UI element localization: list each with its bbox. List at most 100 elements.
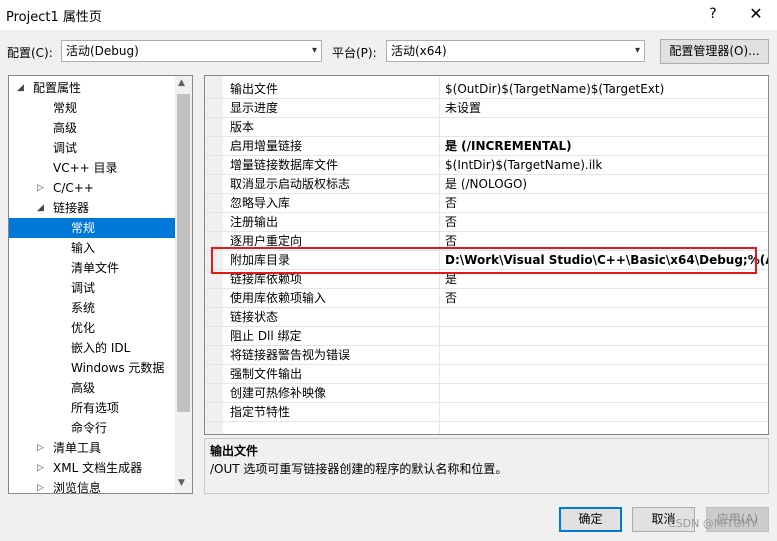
property-row[interactable]: 忽略导入库 否 xyxy=(205,194,768,213)
tree-item[interactable]: 高级 xyxy=(9,118,175,138)
property-name: 链接状态 xyxy=(230,310,279,324)
property-name: 注册输出 xyxy=(230,215,279,229)
property-row[interactable]: 增量链接数据库文件 $(IntDir)$(TargetName).ilk xyxy=(205,156,768,175)
tree-item[interactable]: ▷ 清单工具 xyxy=(9,438,175,458)
title-bar xyxy=(0,0,777,30)
tree-item[interactable]: Windows 元数据 xyxy=(9,358,175,378)
description-text: /OUT 选项可重写链接器创建的程序的默认名称和位置。 xyxy=(210,462,508,476)
chevron-down-icon: ▾ xyxy=(634,45,640,56)
tree-item[interactable]: 命令行 xyxy=(9,418,175,438)
tree-item[interactable]: 调试 xyxy=(9,278,175,298)
tree-item-label: 输入 xyxy=(71,241,96,255)
tree-item-label: 系统 xyxy=(71,301,96,315)
config-dropdown[interactable]: 活动(Debug) ▾ xyxy=(61,40,322,62)
tree-item-label: XML 文档生成器 xyxy=(53,461,143,475)
property-name: 启用增量链接 xyxy=(230,139,303,153)
property-name: 创建可热修补映像 xyxy=(230,386,327,400)
tree-item[interactable]: ▷ C/C++ xyxy=(9,178,175,198)
property-name: 使用库依赖项输入 xyxy=(230,291,327,305)
expand-arrow-icon[interactable]: ▷ xyxy=(37,178,44,198)
tree-item[interactable]: 常规 xyxy=(9,218,175,238)
tree-item[interactable]: 优化 xyxy=(9,318,175,338)
tree-item-label: 配置属性 xyxy=(33,81,82,95)
property-row[interactable]: 版本 xyxy=(205,118,768,137)
tree-item[interactable]: 输入 xyxy=(9,238,175,258)
property-row[interactable]: 启用增量链接 是 (/INCREMENTAL) xyxy=(205,137,768,156)
tree-item-label: 嵌入的 IDL xyxy=(71,341,131,355)
tree-item-label: 命令行 xyxy=(71,421,108,435)
config-dropdown-value: 活动(Debug) xyxy=(66,44,139,58)
expand-arrow-icon[interactable]: ▷ xyxy=(37,458,44,478)
tree-item[interactable]: 清单文件 xyxy=(9,258,175,278)
category-tree[interactable]: ◢ 配置属性 常规 高级 调试 VC++ 目录 ▷ C/C++ ◢ 链接器 常规 输入 清单文件 调试 系统… xyxy=(8,75,193,494)
property-name: 指定节特性 xyxy=(230,405,291,419)
tree-item[interactable]: 嵌入的 IDL xyxy=(9,338,175,358)
property-row[interactable]: 强制文件输出 xyxy=(205,365,768,384)
chevron-down-icon: ▾ xyxy=(311,45,317,56)
collapse-arrow-icon[interactable]: ◢ xyxy=(37,198,44,218)
property-row[interactable]: 显示进度 未设置 xyxy=(205,99,768,118)
property-name: 忽略导入库 xyxy=(230,196,291,210)
tree-item-label: 高级 xyxy=(71,381,96,395)
property-row[interactable]: 使用库依赖项输入 否 xyxy=(205,289,768,308)
tree-item[interactable]: ◢ 链接器 xyxy=(9,198,175,218)
property-value[interactable]: $(IntDir)$(TargetName).ilk xyxy=(445,156,602,174)
tree-scrollbar-thumb[interactable] xyxy=(177,94,190,412)
property-value[interactable]: 否 xyxy=(445,213,457,231)
property-name: 输出文件 xyxy=(230,82,279,96)
tree-item-label: 优化 xyxy=(71,321,96,335)
tree-item-label: 链接器 xyxy=(53,201,90,215)
tree-item[interactable]: 调试 xyxy=(9,138,175,158)
tree-item-label: VC++ 目录 xyxy=(53,161,118,175)
platform-dropdown-value: 活动(x64) xyxy=(391,44,447,58)
highlight-box xyxy=(211,247,757,274)
tree-item[interactable]: VC++ 目录 xyxy=(9,158,175,178)
tree-item[interactable]: 高级 xyxy=(9,378,175,398)
expand-arrow-icon[interactable]: ▷ xyxy=(37,438,44,458)
tree-item[interactable]: ▷ XML 文档生成器 xyxy=(9,458,175,478)
property-row[interactable]: 将链接器警告视为错误 xyxy=(205,346,768,365)
property-name: 版本 xyxy=(230,120,255,134)
property-row[interactable]: 阻止 Dll 绑定 xyxy=(205,327,768,346)
platform-dropdown[interactable]: 活动(x64) ▾ xyxy=(386,40,645,62)
expand-arrow-icon[interactable]: ▷ xyxy=(37,478,44,493)
tree-scrollbar[interactable]: ▲ ▼ xyxy=(175,76,192,493)
property-value[interactable]: 未设置 xyxy=(445,99,481,117)
tree-item-label: 常规 xyxy=(53,101,78,115)
watermark: CSDN @MITOHY xyxy=(668,517,757,530)
property-value[interactable]: 是 (/NOLOGO) xyxy=(445,175,527,193)
scroll-up-icon[interactable]: ▲ xyxy=(178,78,185,88)
property-row[interactable]: 创建可热修补映像 xyxy=(205,384,768,403)
tree-item[interactable]: ▷ 浏览信息 xyxy=(9,478,175,493)
close-button[interactable]: ✕ xyxy=(741,3,771,25)
tree-item[interactable]: 系统 xyxy=(9,298,175,318)
property-name: 将链接器警告视为错误 xyxy=(230,348,351,362)
tree-item[interactable]: 常规 xyxy=(9,98,175,118)
collapse-arrow-icon[interactable]: ◢ xyxy=(17,78,24,98)
tree-item[interactable]: ◢ 配置属性 xyxy=(9,78,175,98)
tree-item-label: 调试 xyxy=(71,281,96,295)
property-row[interactable]: 链接状态 xyxy=(205,308,768,327)
tree-item-label: 常规 xyxy=(71,221,96,235)
property-value[interactable]: 否 xyxy=(445,289,457,307)
platform-label: 平台(P): xyxy=(332,46,377,60)
configuration-manager-button[interactable]: 配置管理器(O)... xyxy=(660,39,769,64)
property-value[interactable]: 是 (/INCREMENTAL) xyxy=(445,137,572,155)
tree-item-label: 清单文件 xyxy=(71,261,120,275)
tree-item-label: C/C++ xyxy=(53,181,94,195)
window-title: Project1 属性页 xyxy=(6,10,102,25)
property-row[interactable]: 取消显示启动版权标志 是 (/NOLOGO) xyxy=(205,175,768,194)
property-row[interactable]: 注册输出 否 xyxy=(205,213,768,232)
ok-button[interactable]: 确定 xyxy=(559,507,622,532)
property-name: 强制文件输出 xyxy=(230,367,303,381)
property-value[interactable]: $(OutDir)$(TargetName)$(TargetExt) xyxy=(445,80,664,98)
property-value[interactable]: 否 xyxy=(445,194,457,212)
property-row[interactable]: 指定节特性 xyxy=(205,403,768,422)
property-row[interactable]: 输出文件 $(OutDir)$(TargetName)$(TargetExt) xyxy=(205,80,768,99)
scroll-down-icon[interactable]: ▼ xyxy=(178,478,185,488)
config-label: 配置(C): xyxy=(7,46,53,60)
property-name: 阻止 Dll 绑定 xyxy=(230,329,302,343)
tree-item[interactable]: 所有选项 xyxy=(9,398,175,418)
help-button[interactable]: ? xyxy=(701,3,725,25)
description-title: 输出文件 xyxy=(210,444,259,458)
